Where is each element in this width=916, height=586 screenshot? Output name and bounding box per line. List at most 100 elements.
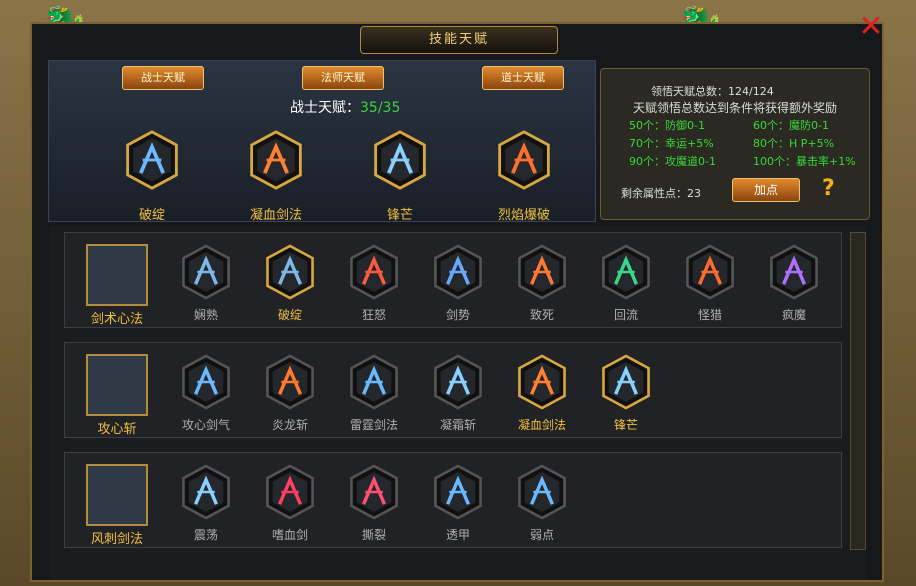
category-label: 风刺剑法 — [90, 532, 143, 547]
skill-label: 凝血剑法 — [517, 418, 566, 432]
skill-icon — [518, 244, 566, 300]
skill-1-1[interactable] — [264, 354, 316, 410]
skill-0-4[interactable] — [516, 244, 568, 300]
total-value: 124/124 — [728, 85, 774, 98]
crescent-icon[interactable] — [86, 464, 148, 526]
reward-text: 魔防0-1 — [789, 119, 829, 132]
skill-1-4[interactable] — [516, 354, 568, 410]
equipped-skill-2[interactable] — [370, 130, 430, 190]
reward-req: 90个： — [629, 155, 665, 168]
skill-2-4[interactable] — [516, 464, 568, 520]
category-label: 剑术心法 — [90, 312, 143, 327]
skill-label: 致死 — [529, 308, 554, 322]
skill-icon — [350, 244, 398, 300]
skill-label: 怪猎 — [697, 308, 722, 322]
tab-warrior[interactable]: 战士天赋 — [122, 66, 204, 90]
skill-1-3[interactable] — [432, 354, 484, 410]
skill-icon — [350, 354, 398, 410]
sword-icon[interactable] — [86, 244, 148, 306]
reward-req: 100个： — [753, 155, 796, 168]
reward-desc: 天赋领悟总数达到条件将获得额外奖励 — [633, 101, 838, 115]
skill-icon — [182, 244, 230, 300]
skill-icon — [518, 464, 566, 520]
ice-slash-icon[interactable] — [86, 354, 148, 416]
skill-0-6[interactable] — [684, 244, 736, 300]
reward-row: 60个：魔防0-1 — [753, 117, 829, 133]
remaining-value: 23 — [687, 187, 701, 200]
reward-row: 50个：防御0-1 — [629, 117, 705, 133]
remaining-points: 剩余属性点：23 — [621, 185, 701, 201]
reward-row: 90个：攻魔道0-1 — [629, 153, 716, 169]
tab-mage[interactable]: 法师天赋 — [302, 66, 384, 90]
skill-0-1[interactable] — [264, 244, 316, 300]
flame-blast-icon — [498, 130, 550, 190]
skill-1-0[interactable] — [180, 354, 232, 410]
skill-1-2[interactable] — [348, 354, 400, 410]
skill-icon — [182, 464, 230, 520]
skill-label: 攻心剑气 — [181, 418, 230, 432]
equipped-skill-3[interactable] — [494, 130, 554, 190]
remaining-label: 剩余属性点： — [621, 187, 687, 200]
skill-icon — [182, 354, 230, 410]
sword-light-icon — [126, 130, 178, 190]
equipped-skill-label: 破绽 — [138, 208, 165, 223]
help-icon[interactable]: ? — [822, 176, 835, 201]
talent-points-label: 战士天赋： — [290, 100, 360, 116]
equipped-skill-label: 烈焰爆破 — [497, 208, 550, 223]
skill-icon — [434, 464, 482, 520]
total-label: 领悟天赋总数： — [651, 85, 728, 98]
tab-taoist[interactable]: 道士天赋 — [482, 66, 564, 90]
reward-row: 70个：幸运+5% — [629, 135, 714, 151]
skill-2-0[interactable] — [180, 464, 232, 520]
category-label: 攻心斩 — [97, 422, 137, 437]
scrollbar[interactable] — [850, 232, 866, 550]
skill-icon — [434, 354, 482, 410]
skill-2-2[interactable] — [348, 464, 400, 520]
skill-0-2[interactable] — [348, 244, 400, 300]
skill-icon — [350, 464, 398, 520]
reward-text: 幸运+5% — [665, 137, 714, 150]
skill-icon — [266, 354, 314, 410]
equipped-skill-0[interactable] — [122, 130, 182, 190]
add-points-button[interactable]: 加点 — [732, 178, 800, 202]
reward-req: 80个： — [753, 137, 789, 150]
skill-2-1[interactable] — [264, 464, 316, 520]
skill-label: 锋芒 — [613, 418, 638, 432]
skill-icon — [266, 244, 314, 300]
skill-label: 破绽 — [277, 308, 302, 322]
skill-icon — [686, 244, 734, 300]
skill-label: 弱点 — [529, 528, 554, 542]
reward-row: 100个：暴击率+1% — [753, 153, 856, 169]
skill-label: 凝霜斩 — [439, 418, 476, 432]
ice-burst-icon — [374, 130, 426, 190]
skill-icon — [518, 354, 566, 410]
skill-label: 狂怒 — [361, 308, 386, 322]
reward-req: 70个： — [629, 137, 665, 150]
skill-icon — [602, 244, 650, 300]
skill-0-5[interactable] — [600, 244, 652, 300]
skill-label: 疯魔 — [781, 308, 806, 322]
skill-1-5[interactable] — [600, 354, 652, 410]
skill-label: 震荡 — [193, 528, 218, 542]
skill-label: 回流 — [613, 308, 638, 322]
total-talents: 领悟天赋总数：124/124 — [651, 83, 774, 99]
skill-0-0[interactable] — [180, 244, 232, 300]
reward-text: H P+5% — [789, 137, 835, 150]
reward-text: 攻魔道0-1 — [665, 155, 716, 168]
equipped-skill-1[interactable] — [246, 130, 306, 190]
skill-2-3[interactable] — [432, 464, 484, 520]
equipped-skill-label: 凝血剑法 — [249, 208, 302, 223]
skill-icon — [770, 244, 818, 300]
skill-icon — [434, 244, 482, 300]
reward-row: 80个：H P+5% — [753, 135, 834, 151]
skill-label: 雷霆剑法 — [349, 418, 398, 432]
reward-req: 60个： — [753, 119, 789, 132]
reward-req: 50个： — [629, 119, 665, 132]
skill-label: 撕裂 — [361, 528, 386, 542]
reward-text: 防御0-1 — [665, 119, 705, 132]
close-icon[interactable]: ✕ — [856, 12, 886, 42]
skill-0-3[interactable] — [432, 244, 484, 300]
skill-0-7[interactable] — [768, 244, 820, 300]
fire-blades-icon — [250, 130, 302, 190]
talent-points-value: 35/35 — [360, 100, 401, 116]
